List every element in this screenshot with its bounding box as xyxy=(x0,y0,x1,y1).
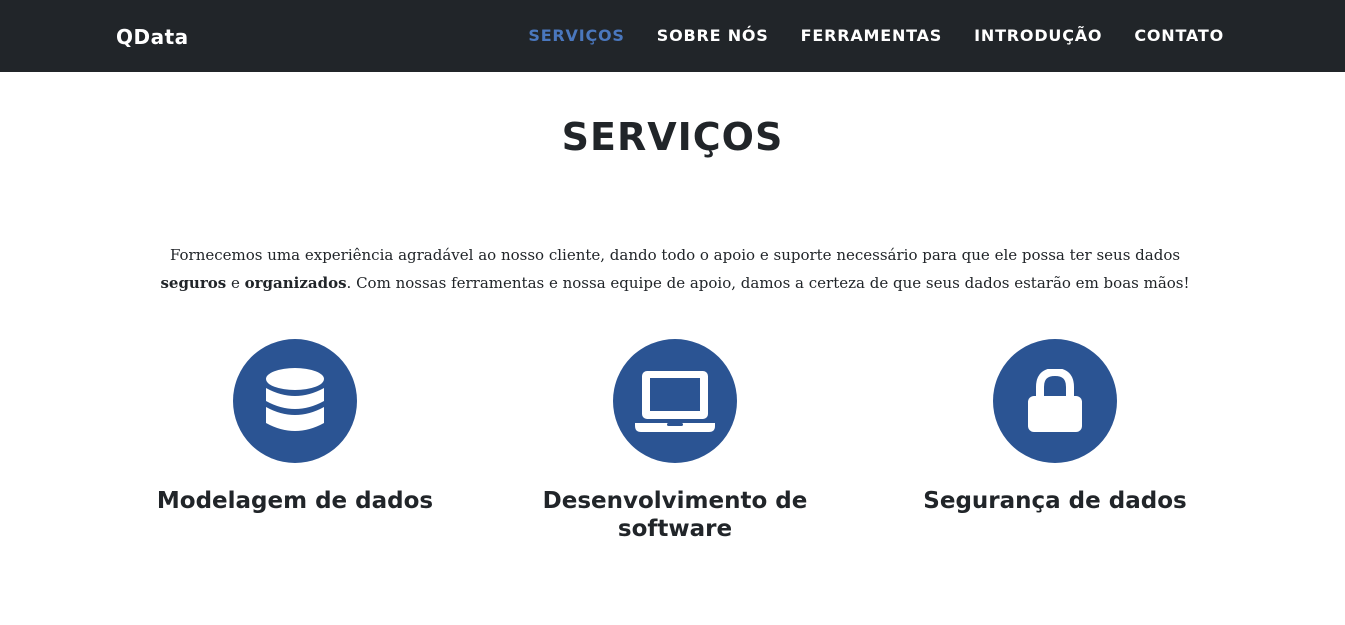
nav-link-sobre-nos[interactable]: SOBRE NÓS xyxy=(657,24,769,48)
database-icon xyxy=(266,368,324,431)
section-title: SERVIÇOS xyxy=(561,115,784,159)
service-icon-circle xyxy=(613,339,737,463)
intro-part-1: Fornecemos uma experiência agradável ao … xyxy=(169,246,1181,264)
service-seguranca: Segurança de dados xyxy=(865,339,1245,515)
service-icon-circle xyxy=(993,339,1117,463)
service-title: Segurança de dados xyxy=(923,488,1187,514)
service-modelagem: Modelagem de dados xyxy=(105,339,485,515)
intro-text: Fornecemos uma experiência agradável ao … xyxy=(140,241,1210,297)
intro-bold-seguros: seguros xyxy=(160,274,227,292)
service-desenvolvimento: Desenvolvimento de software xyxy=(485,339,865,543)
service-title: Modelagem de dados xyxy=(156,488,434,514)
service-title: Desenvolvimento de software xyxy=(542,488,808,542)
intro-part-2: e xyxy=(226,274,245,292)
intro-part-3: . Com nossas ferramentas e nossa equipe … xyxy=(346,274,1190,292)
nav-link-contato[interactable]: CONTATO xyxy=(1134,24,1224,48)
nav-link-introducao[interactable]: INTRODUÇÃO xyxy=(974,24,1102,48)
brand-logo[interactable]: QData xyxy=(116,24,189,50)
lock-icon xyxy=(1028,369,1082,432)
navbar: QData SERVIÇOS SOBRE NÓS FERRAMENTAS INT… xyxy=(0,0,1345,72)
nav-link-ferramentas[interactable]: FERRAMENTAS xyxy=(801,24,943,48)
nav-link-servicos[interactable]: SERVIÇOS xyxy=(528,24,624,48)
service-icon-circle xyxy=(233,339,357,463)
laptop-icon xyxy=(635,371,715,432)
nav-links: SERVIÇOS SOBRE NÓS FERRAMENTAS INTRODUÇÃ… xyxy=(528,24,1224,48)
intro-bold-organizados: organizados xyxy=(244,274,347,292)
